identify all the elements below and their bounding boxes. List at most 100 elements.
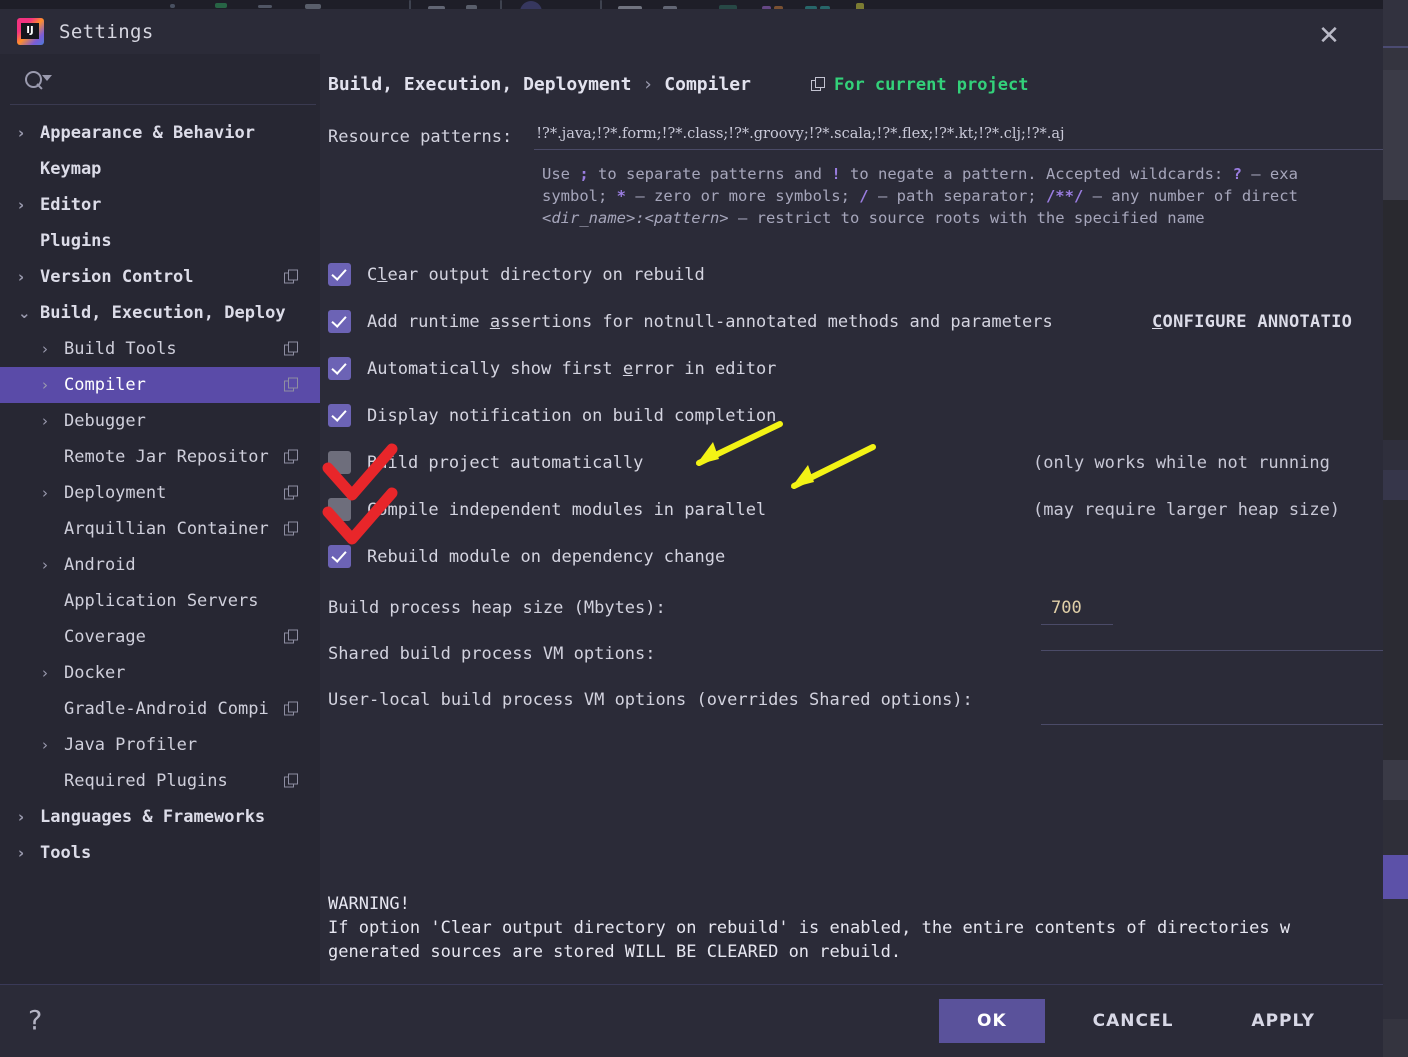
close-icon[interactable]: ✕ (1315, 23, 1343, 51)
copy-settings-icon[interactable] (284, 377, 298, 393)
chevron-right-icon[interactable]: › (42, 557, 58, 573)
chevron-right-icon[interactable]: › (42, 485, 58, 501)
sidebar-item-label: Editor (40, 195, 102, 215)
chevron-right-icon[interactable]: › (18, 125, 34, 141)
sidebar-item-gradle-android-compi[interactable]: › Gradle-Android Compi (0, 691, 320, 727)
copy-settings-icon[interactable] (284, 449, 298, 465)
field-input-shared-build-process-vm-option[interactable] (1041, 644, 1383, 651)
help-slash: / (859, 187, 869, 205)
copy-settings-icon[interactable] (284, 485, 298, 501)
sidebar-item-tools[interactable]: › Tools (0, 835, 320, 871)
checkbox-label[interactable]: Display notification on build completion (367, 406, 776, 426)
dialog-titlebar: Settings ✕ (0, 9, 1383, 54)
copy-settings-icon[interactable] (284, 521, 298, 537)
sidebar-item-label: Build Tools (64, 339, 177, 359)
chevron-right-icon[interactable]: › (18, 197, 34, 213)
checkbox-label-text: Compile independent modules in parallel (367, 499, 767, 520)
checkbox-label[interactable]: Build project automatically (367, 453, 643, 473)
copy-settings-icon[interactable] (284, 269, 298, 285)
sidebar-item-plugins[interactable]: › Plugins (0, 223, 320, 259)
resource-patterns-input[interactable]: !?*.java;!?*.form;!?*.class;!?*.groovy;!… (534, 123, 1383, 150)
sidebar-item-appearance-behavior[interactable]: › Appearance & Behavior (0, 115, 320, 151)
apply-button[interactable]: APPLY (1221, 999, 1345, 1043)
question-mark-icon[interactable]: ? (28, 1006, 42, 1037)
sidebar-item-docker[interactable]: › Docker (0, 655, 320, 691)
checkbox-rebuild-module-on-dependency-change[interactable] (328, 545, 351, 568)
sidebar-item-label: Gradle-Android Compi (64, 699, 269, 719)
sidebar-item-version-control[interactable]: › Version Control (0, 259, 320, 295)
search-input[interactable] (10, 58, 316, 105)
field-input-build-process-heap-size-mbytes[interactable]: 700 (1041, 598, 1113, 625)
chevron-right-icon[interactable]: › (42, 665, 58, 681)
warning-heading: WARNING! (328, 894, 410, 914)
help-question: ? (1232, 165, 1242, 183)
sidebar-item-remote-jar-repositor[interactable]: › Remote Jar Repositor (0, 439, 320, 475)
copy-settings-icon (810, 77, 825, 92)
checkbox-label[interactable]: Compile independent modules in parallel (367, 500, 766, 520)
tree-indent-spacer: › (42, 630, 58, 645)
sidebar-item-application-servers[interactable]: › Application Servers (0, 583, 320, 619)
chevron-right-icon[interactable]: › (42, 413, 58, 429)
sidebar-item-deployment[interactable]: › Deployment (0, 475, 320, 511)
dialog-footer: ? OK CANCEL APPLY (0, 984, 1383, 1057)
sidebar-item-label: Version Control (40, 267, 194, 287)
configure-annotations-link[interactable]: CONFIGURE ANNOTATIO (1152, 312, 1352, 332)
checkbox-compile-independent-modules-in-parallel[interactable] (328, 498, 351, 521)
checkbox-label[interactable]: Automatically show first error in editor (367, 359, 776, 379)
checkbox-label[interactable]: Add runtime assertions for notnull-annot… (367, 312, 1053, 332)
cancel-button[interactable]: CANCEL (1063, 999, 1204, 1043)
sidebar-item-debugger[interactable]: › Debugger (0, 403, 320, 439)
sidebar-item-label: Java Profiler (64, 735, 198, 755)
copy-settings-icon[interactable] (284, 773, 298, 789)
checkbox-label[interactable]: Clear output directory on rebuild (367, 265, 705, 285)
checkbox-label-text: Add runtime (367, 311, 490, 332)
chevron-right-icon[interactable]: › (18, 269, 34, 285)
sidebar-item-label: Coverage (64, 627, 146, 647)
sidebar-item-build-tools[interactable]: › Build Tools (0, 331, 320, 367)
field-input-user-local-build-process-vm-op[interactable] (1041, 718, 1383, 725)
chevron-down-icon[interactable]: ⌄ (18, 305, 34, 321)
chevron-right-icon[interactable]: › (18, 845, 34, 861)
checkbox-build-project-automatically[interactable] (328, 451, 351, 474)
help-text: Use (542, 165, 580, 183)
sidebar-item-editor[interactable]: › Editor (0, 187, 320, 223)
intellij-idea-logo-icon (17, 18, 44, 45)
checkbox-clear-output-directory-on-rebuild[interactable] (328, 263, 351, 286)
settings-main-panel: Build, Execution, Deployment › Compiler … (320, 54, 1383, 984)
sidebar-item-android[interactable]: › Android (0, 547, 320, 583)
checkbox-label-text: Display notification on build completion (367, 405, 777, 426)
ok-button[interactable]: OK (939, 999, 1045, 1043)
sidebar-item-label: Docker (64, 663, 126, 683)
checkbox-row: Compile independent modules in parallel (… (328, 486, 1383, 533)
sidebar-item-arquillian-container[interactable]: › Arquillian Container (0, 511, 320, 547)
sidebar-item-label: Remote Jar Repositor (64, 447, 269, 467)
sidebar-item-languages-frameworks[interactable]: › Languages & Frameworks (0, 799, 320, 835)
copy-settings-icon[interactable] (284, 701, 298, 717)
tree-indent-spacer: › (18, 234, 34, 249)
checkbox-add-runtime-assertions-for-notnull-annot[interactable] (328, 310, 351, 333)
link-mnemonic: C (1152, 311, 1163, 332)
checkbox-automatically-show-first-error-in-editor[interactable] (328, 357, 351, 380)
breadcrumb-root[interactable]: Build, Execution, Deployment (328, 74, 631, 95)
sidebar-item-required-plugins[interactable]: › Required Plugins (0, 763, 320, 799)
chevron-right-icon[interactable]: › (42, 737, 58, 753)
tree-indent-spacer: › (42, 594, 58, 609)
for-current-project-link[interactable]: For current project (810, 75, 1028, 95)
chevron-right-icon[interactable]: › (18, 809, 34, 825)
sidebar-item-label: Tools (40, 843, 92, 863)
sidebar-item-compiler[interactable]: › Compiler (0, 367, 320, 403)
tree-indent-spacer: › (42, 702, 58, 717)
warning-line-2: generated sources are stored WILL BE CLE… (328, 942, 902, 962)
sidebar-item-build-execution-deploy[interactable]: ⌄ Build, Execution, Deploy (0, 295, 320, 331)
sidebar-item-coverage[interactable]: › Coverage (0, 619, 320, 655)
desktop-background-right (1383, 0, 1408, 1057)
sidebar-item-keymap[interactable]: › Keymap (0, 151, 320, 187)
checkbox-display-notification-on-build-completion[interactable] (328, 404, 351, 427)
checkbox-label[interactable]: Rebuild module on dependency change (367, 547, 725, 567)
copy-settings-icon[interactable] (284, 341, 298, 357)
chevron-right-icon[interactable]: › (42, 341, 58, 357)
chevron-right-icon[interactable]: › (42, 377, 58, 393)
help-text: — zero or more symbols; (626, 187, 860, 205)
copy-settings-icon[interactable] (284, 629, 298, 645)
sidebar-item-java-profiler[interactable]: › Java Profiler (0, 727, 320, 763)
